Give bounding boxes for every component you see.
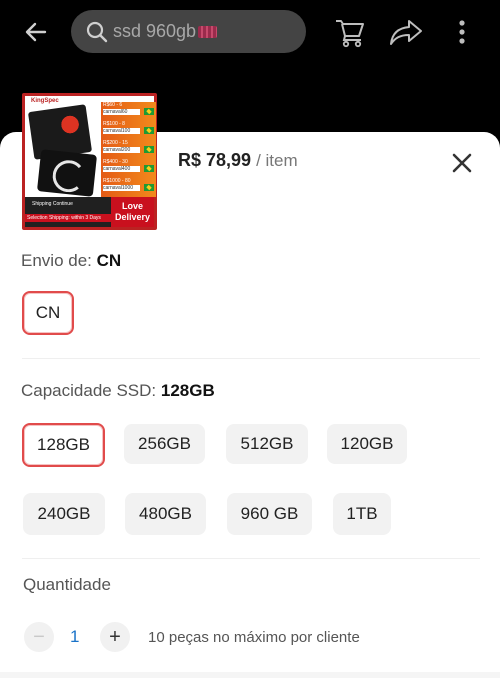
promo-tier: R$100 - 8 bbox=[103, 121, 125, 127]
ssd-image bbox=[36, 149, 98, 197]
product-options-screen: ssd 960gb KingSpec R$60 - 6 carnaval60 R… bbox=[0, 0, 500, 678]
promo-tag: R$1000 - 80 carnaval1000 bbox=[101, 178, 156, 197]
shipping-text: Shipping Continue bbox=[32, 201, 73, 207]
quantity-increase-button[interactable]: + bbox=[100, 622, 130, 652]
promo-tag: R$400 - 30 carnaval400 bbox=[101, 159, 156, 178]
promo-code: carnaval100 bbox=[103, 128, 140, 134]
capacity-option-1tb[interactable]: 1TB bbox=[333, 493, 391, 535]
promo-code: carnaval200 bbox=[103, 147, 140, 153]
capacity-option-128gb[interactable]: 128GB bbox=[22, 423, 105, 467]
more-button[interactable] bbox=[449, 14, 475, 50]
capacity-label-text: Capacidade SSD: bbox=[21, 381, 157, 400]
capacity-option-480gb[interactable]: 480GB bbox=[125, 493, 206, 535]
share-button[interactable] bbox=[387, 14, 425, 50]
capacity-option-960gb[interactable]: 960 GB bbox=[227, 493, 312, 535]
thumbnail-image: KingSpec R$60 - 6 carnaval60 R$100 - 8 c… bbox=[25, 96, 156, 227]
brazil-flag-icon bbox=[144, 184, 154, 191]
brazil-flag-icon bbox=[144, 127, 154, 134]
query-tag-icon bbox=[198, 26, 218, 38]
promo-code: carnaval400 bbox=[103, 166, 140, 172]
capacity-selected-value: 128GB bbox=[160, 381, 215, 400]
quantity-limit-note: 10 peças no máximo por cliente bbox=[148, 629, 360, 646]
price-unit: / item bbox=[256, 151, 298, 170]
shipping-option-cn[interactable]: CN bbox=[22, 291, 74, 335]
promo-tier: R$400 - 30 bbox=[103, 159, 128, 165]
promo-tier: R$1000 - 80 bbox=[103, 178, 131, 184]
brazil-flag-icon bbox=[144, 108, 154, 115]
back-button[interactable] bbox=[18, 14, 54, 50]
product-price: R$ 78,99 bbox=[178, 150, 252, 170]
promo-tier: R$60 - 6 bbox=[103, 102, 123, 108]
top-bar: ssd 960gb bbox=[0, 0, 500, 66]
promo-tier: R$200 - 15 bbox=[103, 140, 128, 146]
capacity-option-512gb[interactable]: 512GB bbox=[226, 424, 308, 464]
search-query-text: ssd 960gb bbox=[113, 21, 197, 41]
promo-code: carnaval60 bbox=[103, 109, 140, 115]
share-arrow-icon bbox=[390, 20, 422, 45]
quantity-decrease-button[interactable]: − bbox=[24, 622, 54, 652]
search-query[interactable]: ssd 960gb bbox=[113, 21, 218, 42]
selection-text: Selection Shipping: within 3 Days bbox=[25, 214, 111, 222]
promo-tag: R$60 - 6 carnaval60 bbox=[101, 102, 156, 121]
search-icon bbox=[86, 21, 108, 43]
close-icon bbox=[452, 153, 472, 173]
quantity-label: Quantidade bbox=[23, 575, 111, 594]
shipping-strip: Shipping Continue Selection Shipping: wi… bbox=[25, 197, 111, 227]
divider bbox=[22, 358, 480, 359]
capacity-label: Capacidade SSD: 128GB bbox=[21, 381, 215, 401]
price-row: R$ 78,99 / item bbox=[178, 150, 298, 171]
shipping-label-text: Envio de: bbox=[21, 251, 92, 270]
promo-tag: R$100 - 8 carnaval100 bbox=[101, 121, 156, 140]
shipping-label: Envio de: CN bbox=[21, 251, 121, 271]
divider bbox=[22, 558, 480, 559]
quantity-value[interactable]: 1 bbox=[70, 627, 79, 647]
promo-tag: R$200 - 15 carnaval200 bbox=[101, 140, 156, 159]
love-delivery-badge: Love Delivery bbox=[111, 197, 154, 227]
search-box[interactable]: ssd 960gb bbox=[71, 10, 306, 53]
more-vertical-icon bbox=[459, 20, 465, 44]
cart-button[interactable] bbox=[332, 14, 368, 50]
capacity-option-256gb[interactable]: 256GB bbox=[124, 424, 205, 464]
brazil-flag-icon bbox=[144, 146, 154, 153]
arrow-left-icon bbox=[25, 22, 47, 42]
product-thumbnail: KingSpec R$60 - 6 carnaval60 R$100 - 8 c… bbox=[22, 93, 157, 230]
cart-icon bbox=[336, 20, 364, 48]
capacity-option-120gb[interactable]: 120GB bbox=[327, 424, 407, 464]
capacity-option-240gb[interactable]: 240GB bbox=[23, 493, 105, 535]
brazil-flag-icon bbox=[144, 165, 154, 172]
thumbnail-brand: KingSpec bbox=[31, 98, 59, 104]
bottom-bar bbox=[0, 672, 500, 678]
promo-code: carnaval1000 bbox=[103, 185, 140, 191]
shipping-selected-value: CN bbox=[96, 251, 122, 270]
close-button[interactable] bbox=[449, 150, 475, 176]
